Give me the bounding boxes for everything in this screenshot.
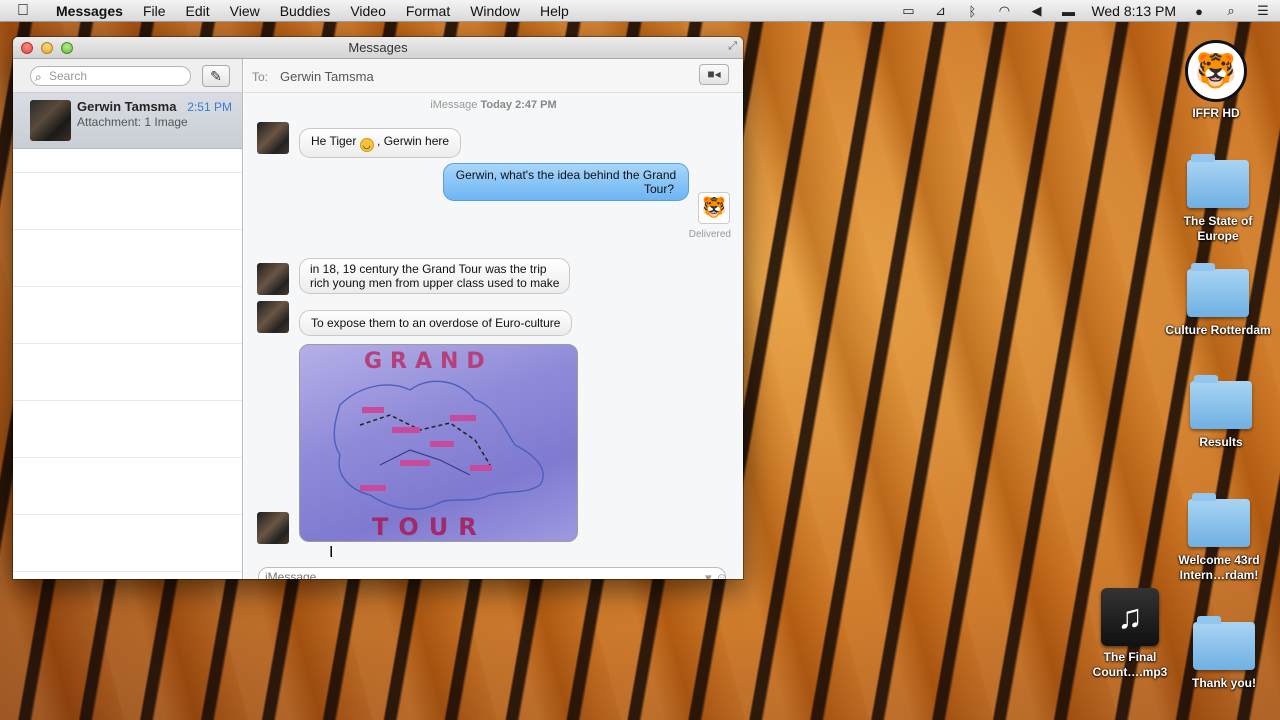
search-placeholder: Search [49,69,88,83]
to-label: To: [252,70,269,84]
fullscreen-icon[interactable]: ⤢ [728,40,737,53]
video-call-button[interactable]: ■◂ [699,64,729,85]
message-input[interactable] [258,567,726,579]
message-text: He Tiger [311,134,357,148]
message-text: rich young men from upper class used to … [310,276,560,290]
bluetooth-icon[interactable]: ᛒ [963,4,981,19]
folder-icon [1187,263,1249,317]
folder-icon [1187,154,1249,208]
desktop-icon-label: Culture Rotterdam [1165,323,1271,337]
avatar [30,100,71,141]
desktop-icon-iffr-hd[interactable]: 🐯 IFFR HD [1161,40,1271,121]
message-timestamp: iMessage Today 2:47 PM [244,99,743,111]
folder-icon [1188,493,1250,547]
desktop-icon-results[interactable]: Results [1166,375,1276,450]
message-text: , Gerwin here [377,134,450,148]
status-area: ▭ ⊿ ᛒ ◠ ◀ ▬ Wed 8:13 PM ● ⌕ ☰ [899,0,1272,22]
text-cursor-icon: I [329,544,334,561]
menu-video[interactable]: Video [340,3,396,19]
menu-file[interactable]: File [133,3,176,19]
sender-avatar [257,263,289,295]
sender-avatar [257,301,289,333]
folder-icon [1193,616,1255,670]
apple-menu-icon[interactable]:  [0,2,46,20]
sender-avatar [257,122,289,154]
menu-format[interactable]: Format [396,3,460,19]
conversation-time: 2:51 PM [187,100,232,114]
notification-list-icon[interactable]: ☰ [1254,3,1272,19]
conversation-sidebar: ⌕ Search ✎ Gerwin Tamsma 2:51 PM Attachm… [13,59,243,579]
incoming-message-bubble[interactable]: in 18, 19 century the Grand Tour was the… [299,258,571,294]
incoming-message-bubble[interactable]: To expose them to an overdose of Euro-cu… [299,310,573,336]
menu-messages[interactable]: Messages [46,3,133,19]
wifi-icon[interactable]: ◠ [995,3,1013,19]
folder-icon [1190,375,1252,429]
image-attachment[interactable]: GRAND TOUR [299,344,578,542]
desktop-icon-label: Thank you! [1191,676,1256,690]
compose-row: ▾ ☺ [244,564,743,579]
message-text: in 18, 19 century the Grand Tour was the… [310,262,547,276]
image-text-top: GRAND [364,349,493,374]
menu-help[interactable]: Help [530,3,579,19]
conversation-name: Gerwin Tamsma [77,99,177,114]
desktop-icon-label: The State of Europe [1183,214,1253,243]
user-icon[interactable]: ● [1190,4,1208,19]
delivered-status: Delivered [688,229,731,240]
desktop-icon-thank-you[interactable]: Thank you! [1169,616,1279,691]
desktop-icon-welcome-43rd[interactable]: Welcome 43rd Intern…rdam! [1164,493,1274,583]
conversation-preview: Attachment: 1 Image [77,115,188,129]
message-text: Tour? [643,182,674,196]
incoming-message-bubble[interactable]: He Tiger ◡ , Gerwin here [299,128,462,158]
search-input[interactable]: ⌕ Search [30,66,191,86]
chat-pane: To: Gerwin Tamsma ■◂ iMessage Today 2:47… [244,59,743,579]
message-text: To expose them to an overdose of Euro-cu… [311,316,561,330]
outgoing-message-bubble[interactable]: Gerwin, what's the idea behind the Grand… [443,163,689,201]
image-text-bottom: TOUR [372,513,487,541]
display-icon[interactable]: ▭ [899,3,917,19]
music-note-icon: ♫ [1101,588,1159,646]
sidebar-toolbar: ⌕ Search ✎ [13,59,242,93]
menu-clock[interactable]: Wed 8:13 PM [1091,3,1176,19]
menu-edit[interactable]: Edit [176,3,220,19]
timestamp-time: Today 2:47 PM [480,99,557,111]
desktop-icon-label: Results [1199,435,1243,449]
timestamp-service: iMessage [430,99,478,111]
spotlight-icon[interactable]: ⌕ [1222,3,1240,19]
menu-buddies[interactable]: Buddies [270,3,341,19]
emoji-picker-icon[interactable]: ▾ ☺ [705,570,728,579]
smiley-emoji-icon: ◡ [359,138,374,152]
battery-icon[interactable]: ▬ [1059,4,1077,19]
window-title: Messages [348,40,408,55]
menu-bar:  Messages File Edit View Buddies Video … [0,0,1280,22]
video-camera-icon: ■◂ [707,67,721,81]
compose-button[interactable]: ✎ [202,65,230,87]
iffr-tiger-logo-icon: 🐯 [1185,40,1247,102]
volume-icon[interactable]: ◀ [1027,3,1045,19]
desktop-icon-culture-rotterdam[interactable]: Culture Rotterdam [1163,263,1273,338]
compose-icon: ✎ [210,68,222,84]
recipient-name[interactable]: Gerwin Tamsma [280,69,374,84]
tiger-avatar-icon: 🐯 [698,192,730,224]
messages-window: Messages ⤢ ⌕ Search ✎ Gerwin Tamsma 2:51… [13,37,743,579]
desktop-icon-state-of-europe[interactable]: The State of Europe [1163,154,1273,244]
menu-view[interactable]: View [220,3,270,19]
menu-window[interactable]: Window [460,3,530,19]
conversation-item[interactable]: Gerwin Tamsma 2:51 PM Attachment: 1 Imag… [13,93,242,149]
desktop-icon-label: IFFR HD [1192,106,1240,120]
title-bar[interactable]: Messages ⤢ [13,37,743,59]
airplay-icon[interactable]: ⊿ [931,3,949,19]
sender-avatar [257,512,289,544]
message-text: Gerwin, what's the idea behind the Grand [455,168,677,182]
desktop-icon-label: Welcome 43rd Intern…rdam! [1178,553,1260,582]
recipient-bar: To: Gerwin Tamsma ■◂ [244,59,743,93]
search-icon: ⌕ [35,70,42,84]
